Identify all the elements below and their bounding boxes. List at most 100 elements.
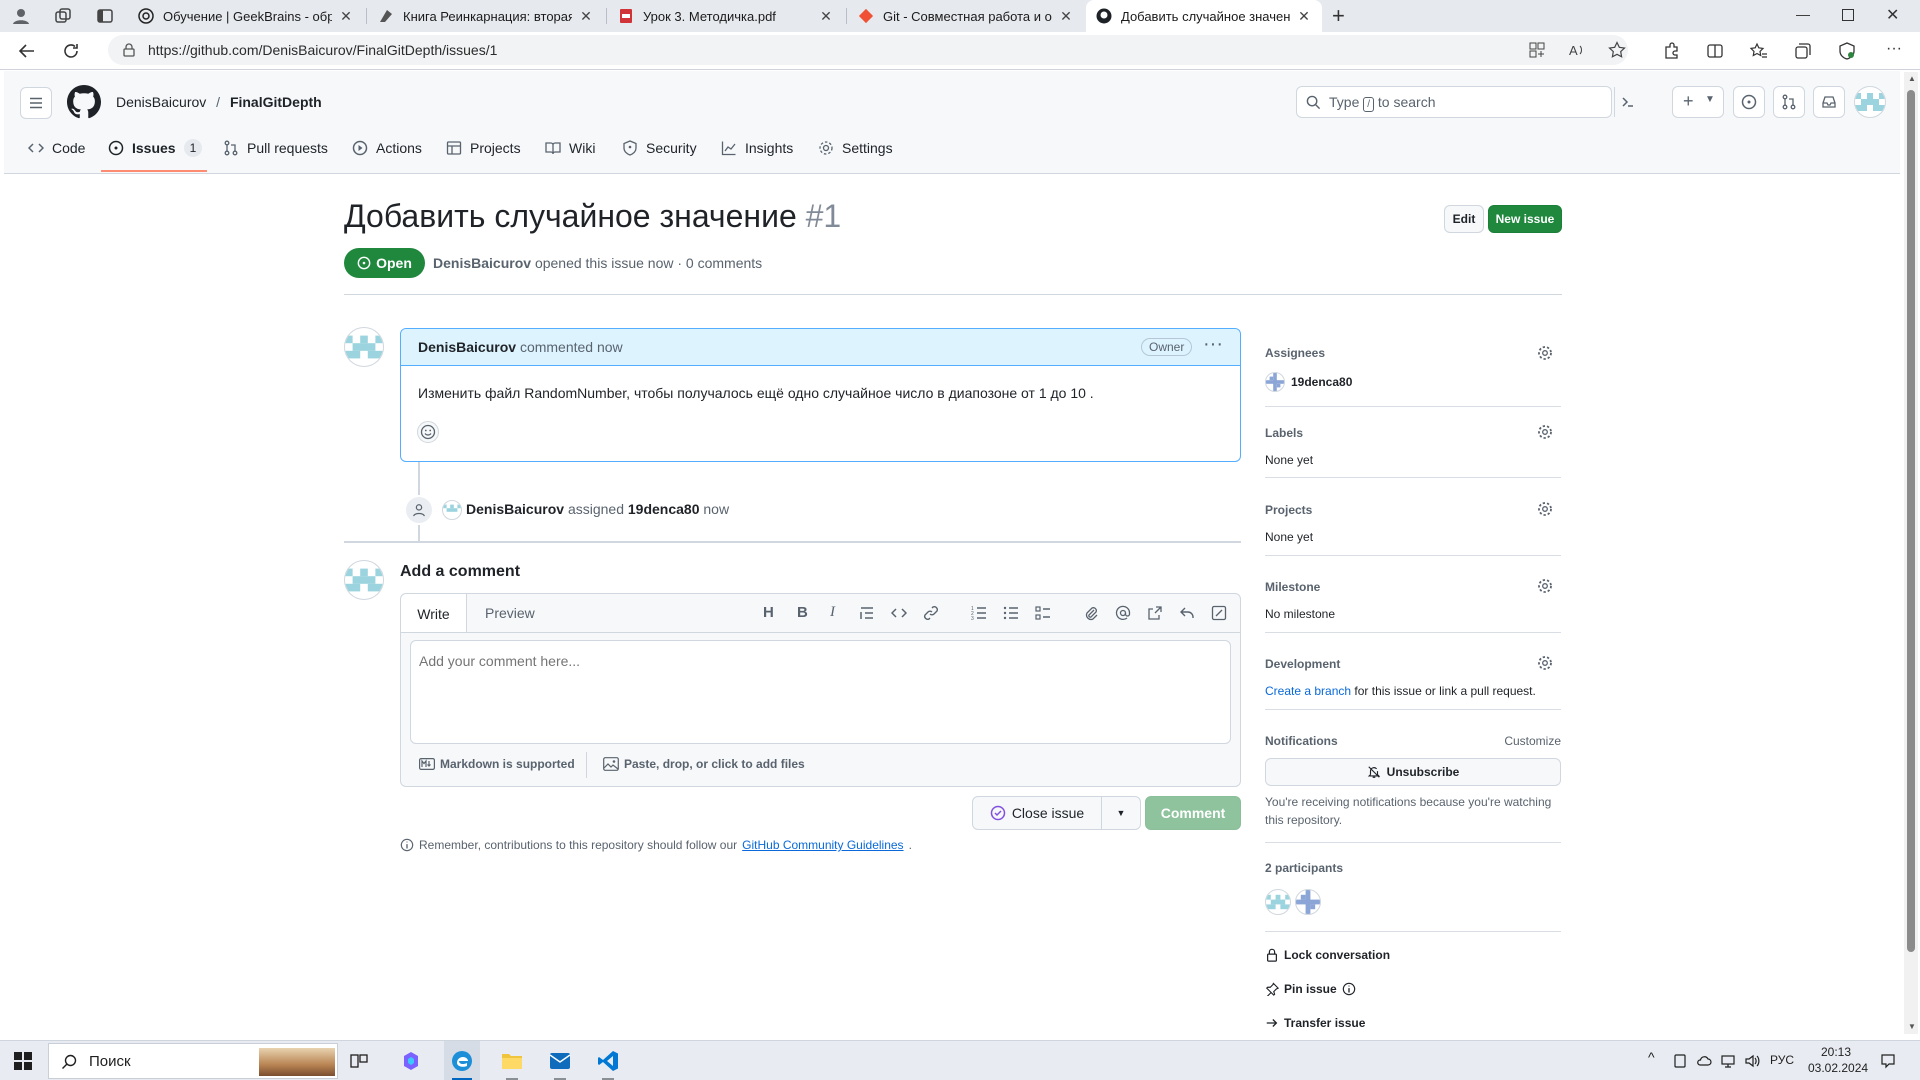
read-aloud-icon[interactable]: A [1568, 41, 1586, 59]
browser-tab-geekbrains[interactable]: Обучение | GeekBrains - образо ✕ [128, 0, 364, 32]
tab-write[interactable]: Write [401, 594, 467, 633]
mention-icon[interactable] [1115, 605, 1131, 621]
restore-button[interactable] [1842, 9, 1854, 21]
comment-submit-button[interactable]: Comment [1145, 796, 1241, 830]
lock-conversation-link[interactable]: Lock conversation [1265, 948, 1390, 962]
info-icon[interactable] [1342, 982, 1356, 996]
task-view-icon[interactable] [350, 1052, 368, 1070]
event-actor-link[interactable]: DenisBaicurov [466, 501, 564, 517]
gear-icon[interactable] [1537, 345, 1553, 361]
tab-settings[interactable]: Settings [818, 132, 893, 164]
gear-icon[interactable] [1537, 424, 1553, 440]
code-icon[interactable] [891, 605, 907, 621]
comment-textarea[interactable] [410, 640, 1231, 744]
github-logo-icon[interactable] [67, 85, 101, 119]
settings-more-icon[interactable]: ··· [1886, 40, 1902, 58]
extensions-icon[interactable] [1662, 42, 1680, 60]
tray-device-icon[interactable] [1672, 1053, 1688, 1069]
fullscreen-icon[interactable] [1211, 605, 1227, 621]
event-target-link[interactable]: 19denca80 [628, 501, 700, 517]
assignee-item[interactable]: 19denca80 [1265, 372, 1352, 392]
scroll-down-icon[interactable]: ▼ [1908, 1022, 1916, 1031]
new-tab-button[interactable]: + [1332, 3, 1345, 29]
tab-code[interactable]: Code [28, 132, 85, 164]
repo-name-link[interactable]: FinalGitDepth [230, 94, 322, 110]
app-available-icon[interactable] [1528, 41, 1546, 59]
unsubscribe-button[interactable]: Unsubscribe [1265, 758, 1561, 786]
comment-author-link[interactable]: DenisBaicurov [418, 339, 516, 355]
tab-wiki[interactable]: Wiki [545, 132, 595, 164]
windows-start-icon[interactable] [14, 1052, 32, 1070]
gear-icon[interactable] [1537, 501, 1553, 517]
close-icon[interactable]: ✕ [818, 8, 834, 25]
quote-icon[interactable] [859, 605, 875, 621]
taskbar-search-input[interactable]: Поиск [48, 1043, 338, 1079]
pin-issue-link[interactable]: Pin issue [1265, 982, 1356, 996]
tab-pull-requests[interactable]: Pull requests [223, 132, 328, 164]
favorites-icon[interactable] [1750, 42, 1768, 60]
kebab-horizontal-icon[interactable]: ··· [1203, 333, 1223, 356]
cloud-icon[interactable] [1696, 1053, 1712, 1069]
favorite-star-icon[interactable] [1608, 41, 1626, 59]
tab-preview[interactable]: Preview [485, 605, 535, 621]
window-close-button[interactable]: ✕ [1886, 5, 1899, 25]
event-time[interactable]: now [703, 501, 729, 517]
add-reaction-button[interactable] [417, 421, 439, 443]
hamburger-menu-button[interactable] [20, 87, 52, 119]
pull-requests-shortcut-button[interactable] [1773, 86, 1805, 118]
heading-icon[interactable]: H [763, 604, 774, 621]
back-arrow-icon[interactable] [18, 42, 36, 60]
unordered-list-icon[interactable] [1003, 605, 1019, 621]
search-input[interactable]: Type / to search [1296, 86, 1633, 118]
volume-icon[interactable] [1744, 1053, 1760, 1069]
tab-actions-icon[interactable] [96, 7, 114, 25]
workspaces-icon[interactable] [54, 7, 72, 25]
profile-icon[interactable] [12, 7, 30, 25]
url-field[interactable]: https://github.com/DenisBaicurov/FinalGi… [108, 35, 1628, 65]
close-icon[interactable]: ✕ [338, 8, 354, 25]
comment-author-avatar[interactable] [344, 327, 384, 367]
browser-essentials-icon[interactable] [1838, 42, 1856, 60]
create-branch-link[interactable]: Create a branch [1265, 684, 1351, 698]
tab-security[interactable]: Security [622, 132, 697, 164]
link-pull-request-link[interactable]: link a pull request [1439, 684, 1532, 698]
scrollbar-thumb[interactable] [1907, 90, 1915, 952]
gear-icon[interactable] [1537, 655, 1553, 671]
tab-projects[interactable]: Projects [446, 132, 521, 164]
participant-avatar[interactable] [1295, 889, 1321, 915]
refresh-icon[interactable] [62, 42, 80, 60]
customize-link[interactable]: Customize [1504, 734, 1561, 748]
community-guidelines-link[interactable]: GitHub Community Guidelines [742, 838, 903, 852]
participant-avatar[interactable] [1265, 889, 1291, 915]
italic-icon[interactable]: I [830, 604, 835, 621]
taskbar-clock[interactable]: 20:13 03.02.2024 [1808, 1044, 1868, 1076]
collections-icon[interactable] [1794, 42, 1812, 60]
ordered-list-icon[interactable]: 123 [971, 605, 987, 621]
comment-time[interactable]: commented now [520, 339, 623, 355]
minimize-button[interactable]: — [1796, 6, 1810, 22]
browser-tab-pdf[interactable]: Урок 3. Методичка.pdf ✕ [608, 0, 844, 32]
attach-files-button[interactable]: Paste, drop, or click to add files [603, 757, 805, 771]
copilot-icon[interactable] [400, 1050, 422, 1072]
input-language[interactable]: РУС [1770, 1053, 1794, 1067]
split-screen-icon[interactable] [1706, 42, 1724, 60]
taskbar-mail-button[interactable] [542, 1041, 578, 1080]
notification-center-icon[interactable] [1880, 1053, 1896, 1069]
cross-reference-icon[interactable] [1147, 605, 1163, 621]
create-new-button[interactable]: + ▼ [1672, 86, 1724, 118]
gear-icon[interactable] [1537, 578, 1553, 594]
event-actor-avatar[interactable] [442, 500, 462, 520]
network-icon[interactable] [1720, 1053, 1736, 1069]
bold-icon[interactable]: B [797, 604, 808, 621]
taskbar-edge-button[interactable] [444, 1041, 480, 1080]
paperclip-icon[interactable] [1083, 605, 1099, 621]
browser-tab-book[interactable]: Книга Реинкарнация: вторая ж ✕ [368, 0, 604, 32]
inbox-button[interactable] [1813, 86, 1845, 118]
tab-issues[interactable]: Issues 1 [108, 132, 203, 164]
issues-shortcut-button[interactable] [1733, 86, 1765, 118]
user-avatar[interactable] [1854, 86, 1886, 118]
tab-actions[interactable]: Actions [352, 132, 422, 164]
scroll-up-icon[interactable]: ▲ [1908, 74, 1916, 83]
markdown-supported-link[interactable]: Markdown is supported [419, 757, 575, 771]
command-palette-icon[interactable] [1620, 94, 1636, 110]
